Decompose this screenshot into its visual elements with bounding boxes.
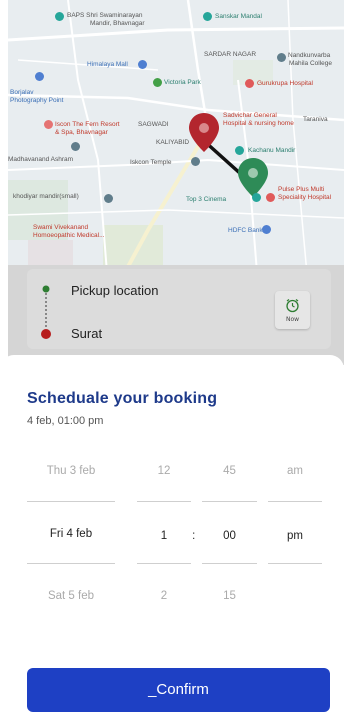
hour-option[interactable]: 2 bbox=[137, 590, 191, 602]
map-label: HDFC Bank bbox=[228, 227, 263, 234]
map-label: khodiyar mandir(small) bbox=[13, 193, 79, 200]
day-selected[interactable]: Fri 4 feb bbox=[27, 528, 115, 540]
selection-bottom-line bbox=[202, 563, 257, 564]
minute-option[interactable]: 15 bbox=[202, 590, 257, 602]
map-label: Sadvichar General bbox=[223, 112, 277, 119]
shopping-icon bbox=[138, 60, 147, 69]
temple-icon bbox=[203, 12, 212, 21]
pickup-location-field[interactable]: Pickup location bbox=[71, 283, 158, 298]
map-label: Pulse Plus Multi bbox=[278, 186, 325, 193]
park-icon bbox=[153, 78, 162, 87]
map-label: Top 3 Cinema bbox=[186, 196, 227, 203]
map-label: Borjalav bbox=[10, 89, 34, 96]
confirm-button[interactable]: _Confirm bbox=[27, 668, 330, 712]
map-label: Nandkunvarba bbox=[288, 52, 331, 59]
cinema-icon bbox=[252, 193, 261, 202]
temple-icon bbox=[71, 142, 80, 151]
map-label: Speciality Hospital bbox=[278, 194, 332, 201]
map-label: KALIYABID bbox=[156, 139, 190, 146]
temple-icon bbox=[104, 194, 113, 203]
temple-icon bbox=[235, 146, 244, 155]
selection-bottom-line bbox=[27, 563, 115, 564]
minute-selected[interactable]: 00 bbox=[202, 530, 257, 542]
camera-icon bbox=[35, 72, 44, 81]
map-label: Photography Point bbox=[10, 97, 64, 104]
day-option[interactable]: Sat 5 feb bbox=[27, 590, 115, 602]
map-label: Madhavanand Ashram bbox=[8, 156, 74, 163]
period-selected[interactable]: pm bbox=[268, 530, 322, 542]
map-label: Sanskar Mandal bbox=[215, 13, 262, 20]
map-label: Himalaya Mall bbox=[87, 61, 128, 68]
map-label: Iscon The Fern Resort bbox=[55, 121, 120, 128]
selection-top-line bbox=[137, 501, 191, 502]
now-label: Now bbox=[285, 316, 300, 323]
map-label: Gurukrupa Hospital bbox=[257, 80, 313, 87]
map-label: Homoeopathic Medical... bbox=[33, 232, 105, 239]
map-label: Victoria Park bbox=[164, 79, 201, 86]
map-label: Iskcon Temple bbox=[130, 159, 172, 166]
map-label: Mahila College bbox=[289, 60, 332, 67]
map-label: Swami Vivekanand bbox=[33, 224, 89, 231]
hospital-icon bbox=[266, 193, 275, 202]
dropoff-location-field[interactable]: Surat bbox=[71, 326, 102, 341]
map-label: SAGWADI bbox=[138, 121, 169, 128]
booking-title: Scheduale your booking bbox=[27, 390, 218, 407]
hospital-icon bbox=[245, 79, 254, 88]
hour-selected[interactable]: 1 bbox=[137, 530, 191, 542]
temple-icon bbox=[55, 12, 64, 21]
map-label: Hospital & nursing home bbox=[223, 120, 294, 127]
hour-option[interactable]: 12 bbox=[137, 465, 191, 477]
now-button[interactable]: Now bbox=[275, 291, 310, 329]
selection-top-line bbox=[202, 501, 257, 502]
selection-bottom-line bbox=[137, 563, 191, 564]
selection-top-line bbox=[27, 501, 115, 502]
bank-icon bbox=[262, 225, 271, 234]
selection-bottom-line bbox=[268, 563, 322, 564]
alarm-clock-icon bbox=[286, 299, 299, 313]
map-view[interactable]: BAPS Shri Swaminarayan Mandir, Bhavnagar… bbox=[8, 0, 344, 285]
selection-top-line bbox=[268, 501, 322, 502]
time-separator: : bbox=[192, 528, 196, 542]
map-label: BAPS Shri Swaminarayan bbox=[67, 12, 143, 19]
location-card: Pickup location Surat Now bbox=[27, 269, 331, 349]
map-label: SARDAR NAGAR bbox=[204, 51, 257, 58]
temple-icon bbox=[191, 157, 200, 166]
day-option[interactable]: Thu 3 feb bbox=[27, 465, 115, 477]
school-icon bbox=[277, 53, 286, 62]
map-label: Mandir, Bhavnagar bbox=[90, 20, 145, 27]
map-label: Taraniva bbox=[303, 116, 328, 123]
booking-subtitle: 4 feb, 01:00 pm bbox=[27, 415, 104, 427]
route-connector-icon bbox=[41, 285, 51, 339]
hotel-icon bbox=[44, 120, 53, 129]
map-label: Kachanu Mandir bbox=[248, 147, 296, 154]
map-label: & Spa, Bhavnagar bbox=[55, 129, 108, 136]
period-option[interactable]: am bbox=[268, 465, 322, 477]
minute-option[interactable]: 45 bbox=[202, 465, 257, 477]
